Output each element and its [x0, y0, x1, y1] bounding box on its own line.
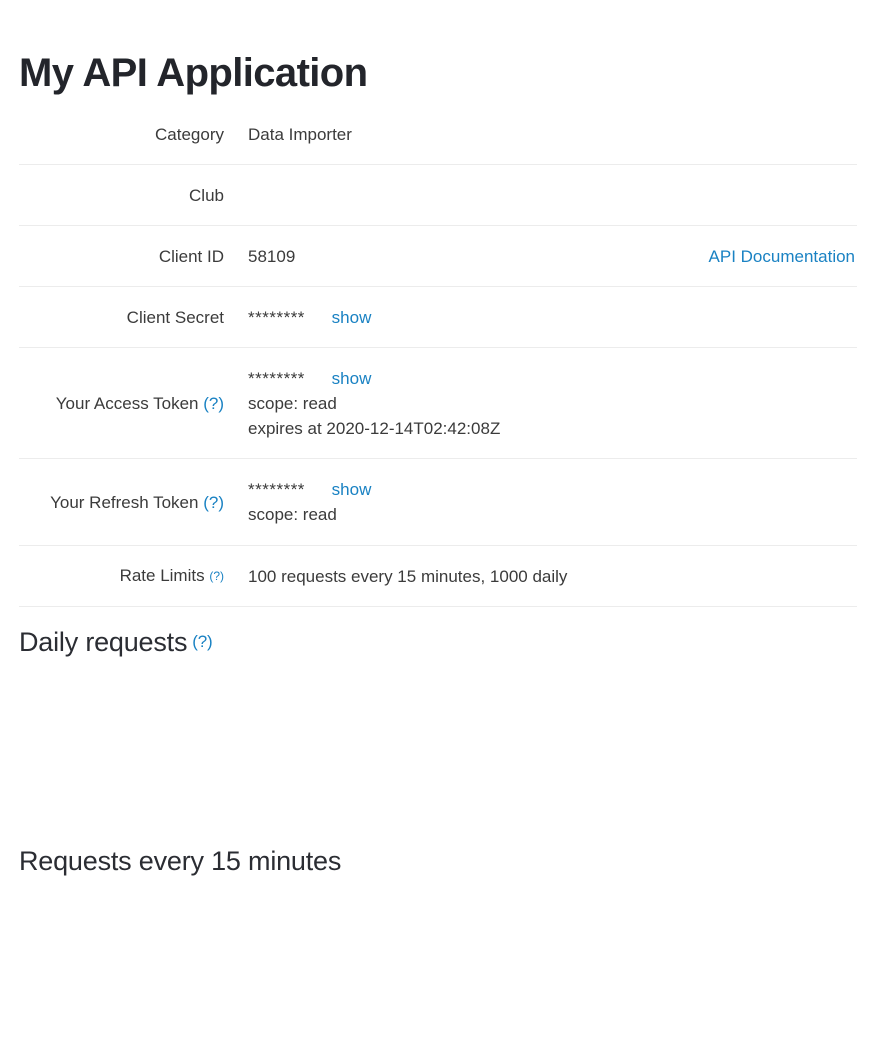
row-extra-client-secret [655, 287, 857, 348]
row-value-refresh-token: ******** show scope: read [248, 459, 655, 546]
row-extra-category [655, 104, 857, 165]
row-value-client-secret: ******** show [248, 287, 655, 348]
row-label-refresh-token: Your Refresh Token (?) [19, 459, 248, 546]
show-access-token-link[interactable]: show [332, 369, 372, 388]
quarter-hour-requests-heading-text: Requests every 15 minutes [19, 846, 342, 876]
row-value-club [248, 165, 655, 226]
refresh-token-scope: scope: read [248, 505, 337, 524]
table-row: Club [19, 165, 857, 226]
table-row: Rate Limits (?) 100 requests every 15 mi… [19, 546, 857, 607]
row-value-client-id: 58109 [248, 246, 296, 266]
row-extra-access-token [655, 348, 857, 459]
row-label-category: Category [155, 124, 224, 144]
row-label-club: Club [189, 185, 224, 205]
row-value-rate-limits: 100 requests every 15 minutes, 1000 dail… [248, 566, 568, 586]
row-extra-club [655, 165, 857, 226]
rate-limits-label-text: Rate Limits [119, 565, 205, 585]
access-token-masked: ******** [248, 368, 305, 388]
row-value-access-token: ******** show scope: read expires at 202… [248, 348, 655, 459]
quarter-hour-requests-chart[interactable]: 10 PM 1 AM 4 AM 7 AM 10 AM 1 PM 4 PM 7 P… [0, 880, 876, 1061]
row-label-client-id: Client ID [158, 246, 224, 266]
daily-requests-heading: Daily requests (?) [19, 626, 213, 662]
daily-requests-help-icon[interactable]: (?) [192, 632, 212, 651]
page-title: My API Application [19, 50, 368, 95]
table-row: Client ID 58109 API Documentation [19, 226, 857, 287]
table-row: Your Refresh Token (?) ******** show sco… [19, 459, 857, 546]
application-details-table: Category Data Importer Club Client ID 58… [19, 104, 857, 607]
daily-requests-chart[interactable]: Dec 2020 Dec 2020 Dec 2020 Dec 2020 Dec … [0, 660, 876, 830]
api-documentation-link[interactable]: API Documentation [709, 247, 855, 266]
daily-requests-heading-text: Daily requests [19, 627, 188, 657]
rate-limits-help-icon[interactable]: (?) [209, 569, 224, 583]
row-label-rate-limits: Rate Limits (?) [19, 546, 248, 607]
row-extra-rate-limits [655, 546, 857, 607]
access-token-help-icon[interactable]: (?) [203, 394, 224, 413]
refresh-token-help-icon[interactable]: (?) [203, 493, 224, 512]
show-client-secret-link[interactable]: show [332, 308, 372, 327]
table-row: Category Data Importer [19, 104, 857, 165]
refresh-token-masked-line: ******** show [248, 477, 645, 502]
show-refresh-token-link[interactable]: show [332, 480, 372, 499]
row-extra-refresh-token [655, 459, 857, 546]
access-token-expiry: expires at 2020-12-14T02:42:08Z [248, 418, 501, 438]
table-row: Your Access Token (?) ******** show scop… [19, 348, 857, 459]
table-row: Client Secret ******** show [19, 287, 857, 348]
access-token-label-text: Your Access Token [55, 393, 199, 413]
access-token-scope: scope: read [248, 393, 337, 413]
access-token-masked-line: ******** show [248, 366, 645, 391]
row-extra-client-id: API Documentation [655, 226, 857, 287]
row-label-client-secret: Client Secret [126, 307, 224, 327]
row-value-category: Data Importer [248, 124, 352, 144]
client-secret-masked: ******** [248, 307, 305, 327]
quarter-hour-requests-heading: Requests every 15 minutes [19, 845, 341, 877]
api-application-page: My API Application Category Data Importe… [0, 0, 876, 1061]
refresh-token-masked: ******** [248, 480, 305, 499]
row-label-access-token: Your Access Token (?) [19, 348, 248, 459]
refresh-token-label-text: Your Refresh Token [50, 492, 199, 512]
